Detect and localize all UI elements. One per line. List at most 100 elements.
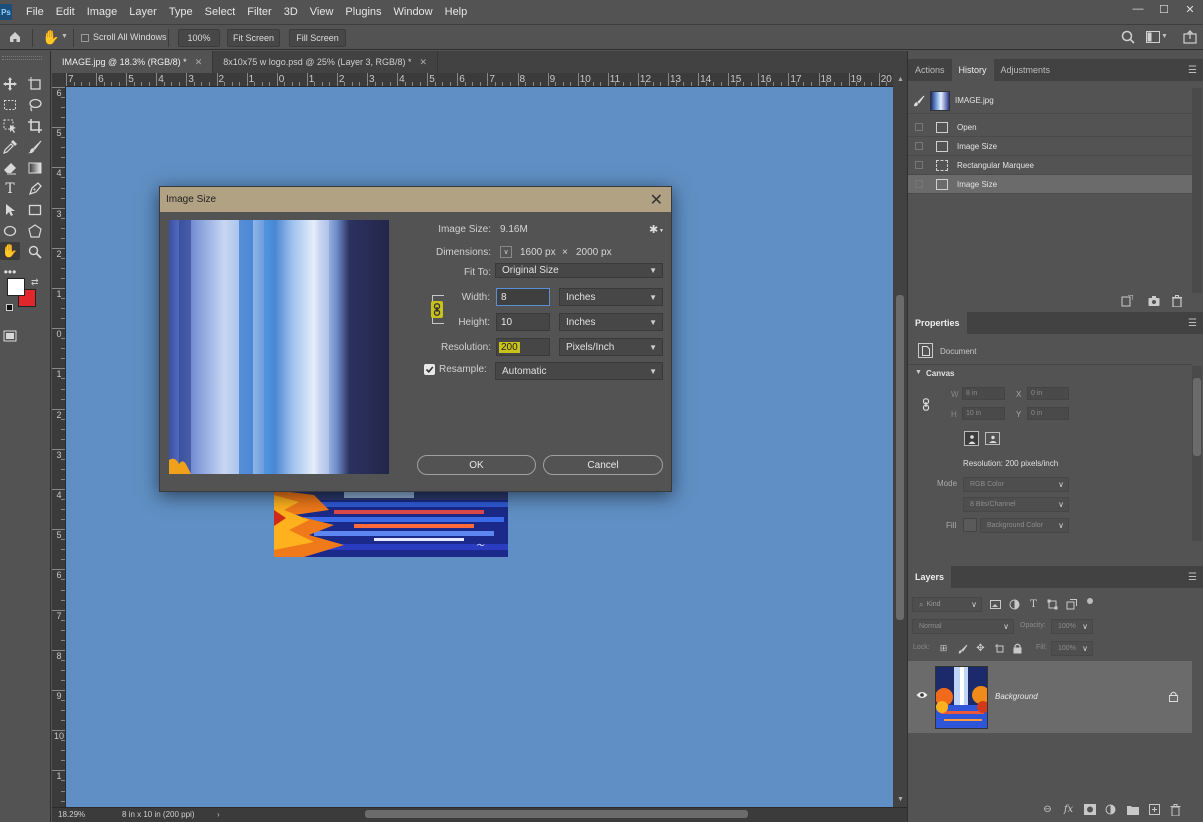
menu-window[interactable]: Window	[388, 0, 439, 24]
swap-colors-icon[interactable]: ⇄	[31, 277, 39, 288]
tab-image-jpg[interactable]: IMAGE.jpg @ 18.3% (RGB/8) * ✕	[52, 51, 214, 73]
add-mask-icon[interactable]	[1083, 803, 1096, 816]
height-input[interactable]: 10	[496, 313, 550, 331]
filter-toggle-icon[interactable]	[1087, 598, 1093, 604]
canvas-y-field[interactable]: 0 in	[1027, 407, 1069, 420]
menu-help[interactable]: Help	[439, 0, 474, 24]
menu-image[interactable]: Image	[81, 0, 124, 24]
ruler-corner[interactable]	[52, 73, 66, 87]
history-source-checkbox[interactable]	[915, 180, 923, 188]
tab-adjustments[interactable]: Adjustments	[994, 59, 1058, 81]
height-unit-select[interactable]: Inches ▼	[559, 313, 663, 331]
rectangle-tool-icon[interactable]	[26, 201, 44, 219]
type-tool-icon[interactable]: T	[1, 180, 19, 198]
menu-file[interactable]: File	[20, 0, 50, 24]
menu-layer[interactable]: Layer	[123, 0, 163, 24]
bit-depth-select[interactable]: 8 Bits/Channel ∨	[963, 497, 1069, 512]
layer-name[interactable]: Background	[995, 692, 1038, 701]
lock-position-icon[interactable]: ✥	[974, 642, 987, 655]
panel-menu-icon[interactable]: ☰	[1188, 572, 1197, 583]
camera-icon[interactable]	[1148, 295, 1160, 310]
panel-menu-icon[interactable]: ☰	[1188, 65, 1197, 76]
zoom-100-button[interactable]: 100%	[178, 29, 220, 47]
fill-select[interactable]: Background Color ∨	[980, 518, 1069, 533]
panel-menu-icon[interactable]: ☰	[1188, 318, 1197, 329]
link-layers-icon[interactable]: ⊖	[1041, 803, 1054, 816]
delete-layer-icon[interactable]	[1169, 803, 1182, 816]
resolution-input[interactable]: 200	[496, 338, 550, 356]
horizontal-scroll-thumb[interactable]	[365, 810, 748, 818]
vertical-ruler[interactable]: 6 5 4 3 2 1 0 1 2 3 4 5 6 7 8 9 10 1	[52, 87, 66, 807]
menu-edit[interactable]: Edit	[50, 0, 81, 24]
chevron-down-icon[interactable]: ▼	[1161, 33, 1168, 40]
close-tab-icon[interactable]: ✕	[419, 57, 427, 68]
fx-icon[interactable]: fx	[1062, 803, 1075, 816]
fit-screen-button[interactable]: Fit Screen	[227, 29, 280, 47]
vertical-scroll-thumb[interactable]	[896, 295, 904, 620]
hand-tool-icon[interactable]: ✋	[0, 242, 20, 260]
close-tab-icon[interactable]: ✕	[195, 57, 203, 68]
maximize-button[interactable]: ☐	[1151, 0, 1177, 18]
history-item-image-size[interactable]: Image Size	[908, 137, 1192, 156]
document-info[interactable]: 8 in x 10 in (200 ppi)	[122, 810, 195, 819]
tab-history[interactable]: History	[951, 59, 994, 81]
menu-type[interactable]: Type	[163, 0, 199, 24]
move-tool-icon[interactable]	[1, 75, 19, 93]
fit-to-select[interactable]: Original Size ▼	[495, 263, 663, 278]
tab-layers[interactable]: Layers	[908, 566, 952, 588]
width-input[interactable]: 8	[496, 288, 550, 306]
scroll-all-windows-checkbox[interactable]	[81, 34, 89, 42]
tab-8x10x75-logo-psd[interactable]: 8x10x75 w logo.psd @ 25% (Layer 3, RGB/8…	[213, 51, 439, 73]
chevron-down-icon[interactable]: ▼	[61, 33, 68, 40]
dialog-title-bar[interactable]: Image Size	[160, 187, 671, 212]
new-layer-icon[interactable]	[1148, 803, 1161, 816]
lock-icon[interactable]	[1169, 691, 1178, 705]
constrain-proportions-link-icon[interactable]	[431, 301, 443, 318]
scroll-down-icon[interactable]: ▼	[897, 796, 904, 803]
resolution-unit-select[interactable]: Pixels/Inch ▼	[559, 338, 663, 356]
default-colors-icon[interactable]	[6, 304, 13, 311]
blend-mode-select[interactable]: Normal ∨	[912, 619, 1014, 634]
history-item-image-size-selected[interactable]: Image Size	[908, 175, 1192, 194]
ellipse-tool-icon[interactable]	[1, 222, 19, 240]
canvas-link-icon[interactable]	[922, 398, 930, 414]
image-preview[interactable]	[169, 220, 389, 474]
toolbar-grip[interactable]	[2, 56, 42, 60]
workspace-icon[interactable]	[1146, 31, 1160, 46]
dimensions-unit-dropdown[interactable]: ∨	[500, 246, 512, 258]
pixel-layer-filter-icon[interactable]	[989, 598, 1002, 611]
zoom-tool-icon[interactable]	[26, 243, 44, 261]
screen-mode-icon[interactable]	[1, 327, 19, 345]
scroll-up-icon[interactable]: ▲	[897, 76, 904, 83]
chevron-right-icon[interactable]: ›	[217, 810, 220, 819]
lock-transparent-pixels-icon[interactable]: ⊞	[937, 642, 950, 655]
history-scrollbar[interactable]	[1192, 88, 1202, 293]
zoom-level-field[interactable]: 18.29%	[58, 810, 85, 819]
fill-opacity-field[interactable]: 100% ∨	[1051, 641, 1093, 656]
resample-checkbox[interactable]	[424, 364, 435, 375]
resample-select[interactable]: Automatic ▼	[495, 362, 663, 380]
canvas-section-title[interactable]: Canvas	[926, 369, 954, 378]
canvas-x-field[interactable]: 0 in	[1027, 387, 1069, 400]
collapse-chevron-icon[interactable]: ▼	[915, 369, 922, 376]
history-snapshot[interactable]: IMAGE.jpg	[908, 88, 1192, 114]
fill-color-swatch[interactable]	[963, 518, 977, 532]
horizontal-ruler[interactable]: 7654321012345678910111213141516171819202…	[66, 73, 893, 87]
chevron-down-icon[interactable]: ▼	[659, 228, 664, 234]
menu-filter[interactable]: Filter	[241, 0, 277, 24]
lock-all-icon[interactable]	[1011, 642, 1024, 655]
layer-filter-kind-select[interactable]: ⌕ Kind ∨	[912, 597, 982, 612]
eye-icon[interactable]	[916, 690, 928, 702]
history-brush-icon[interactable]	[913, 95, 925, 107]
properties-scroll-thumb[interactable]	[1193, 378, 1201, 456]
shape-layer-filter-icon[interactable]	[1046, 598, 1059, 611]
history-item-open[interactable]: Open	[908, 118, 1192, 137]
tab-properties[interactable]: Properties	[908, 312, 967, 334]
mode-select[interactable]: RGB Color ∨	[963, 477, 1069, 492]
crop-tool-icon[interactable]	[26, 117, 44, 135]
history-item-rectangular-marquee[interactable]: Rectangular Marquee	[908, 156, 1192, 175]
adjustment-layer-filter-icon[interactable]	[1008, 598, 1021, 611]
document-image[interactable]: 〜	[274, 490, 508, 557]
shape-tool-icon[interactable]	[26, 222, 44, 240]
new-document-from-state-icon[interactable]	[1121, 294, 1134, 310]
